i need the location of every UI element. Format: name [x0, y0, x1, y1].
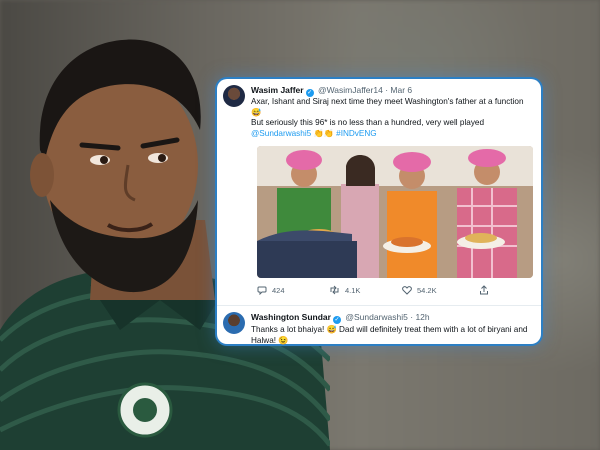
reply-author-name[interactable]: Washington Sundar — [251, 312, 331, 322]
tweet-line-3: @Sundarwashi5 👏👏 #INDvENG — [251, 129, 535, 140]
share-action[interactable] — [479, 285, 489, 295]
clap-emoji: 👏👏 — [313, 128, 334, 138]
tweet-header: Wasim Jaffer ✓ @WasimJaffer14 · Mar 6 — [251, 85, 412, 97]
tweet-text: Axar, Ishant and Siraj next time they me… — [251, 97, 535, 139]
author-handle[interactable]: @WasimJaffer14 — [318, 85, 383, 95]
reply-text: Thanks a lot bhaiya! 😅 Dad will definite… — [251, 325, 528, 345]
tweet-line-2: But seriously this 96* is no less than a… — [251, 118, 485, 128]
original-tweet: Wasim Jaffer ✓ @WasimJaffer14 · Mar 6 Axa… — [217, 79, 541, 303]
tweet-action-bar: 424 4.1K 54.2K — [257, 285, 507, 297]
reply-time[interactable]: 12h — [415, 312, 429, 322]
tweet-date[interactable]: Mar 6 — [390, 85, 412, 95]
tweet-media-image[interactable] — [257, 146, 533, 278]
like-icon — [402, 286, 412, 295]
reply-action[interactable]: 424 — [257, 285, 285, 295]
like-count: 54.2K — [417, 285, 437, 295]
reply-icon — [257, 286, 267, 295]
reply-author-avatar[interactable] — [223, 312, 245, 334]
retweet-count: 4.1K — [345, 285, 361, 295]
reply-header: Washington Sundar ✓ @Sundarwashi5 · 12h — [251, 312, 430, 324]
author-name[interactable]: Wasim Jaffer — [251, 85, 304, 95]
hashtag-link[interactable]: #INDvENG — [336, 129, 377, 138]
mention-link[interactable]: @Sundarwashi5 — [251, 129, 311, 138]
share-icon — [480, 285, 488, 295]
author-avatar[interactable] — [223, 85, 245, 107]
verified-badge-icon: ✓ — [332, 316, 341, 324]
reply-separator: · — [410, 312, 414, 322]
tweet-line-1: Axar, Ishant and Siraj next time they me… — [251, 97, 524, 117]
retweet-action[interactable]: 4.1K — [329, 285, 360, 295]
reply-count: 424 — [272, 285, 285, 295]
retweet-icon — [330, 285, 339, 295]
header-separator: · — [385, 85, 389, 95]
tweet-screenshot-card: Wasim Jaffer ✓ @WasimJaffer14 · Mar 6 Axa… — [217, 79, 541, 345]
verified-badge-icon: ✓ — [305, 89, 314, 97]
like-action[interactable]: 54.2K — [402, 285, 437, 295]
tweet-divider — [217, 305, 541, 306]
reply-author-handle[interactable]: @Sundarwashi5 — [345, 312, 408, 322]
